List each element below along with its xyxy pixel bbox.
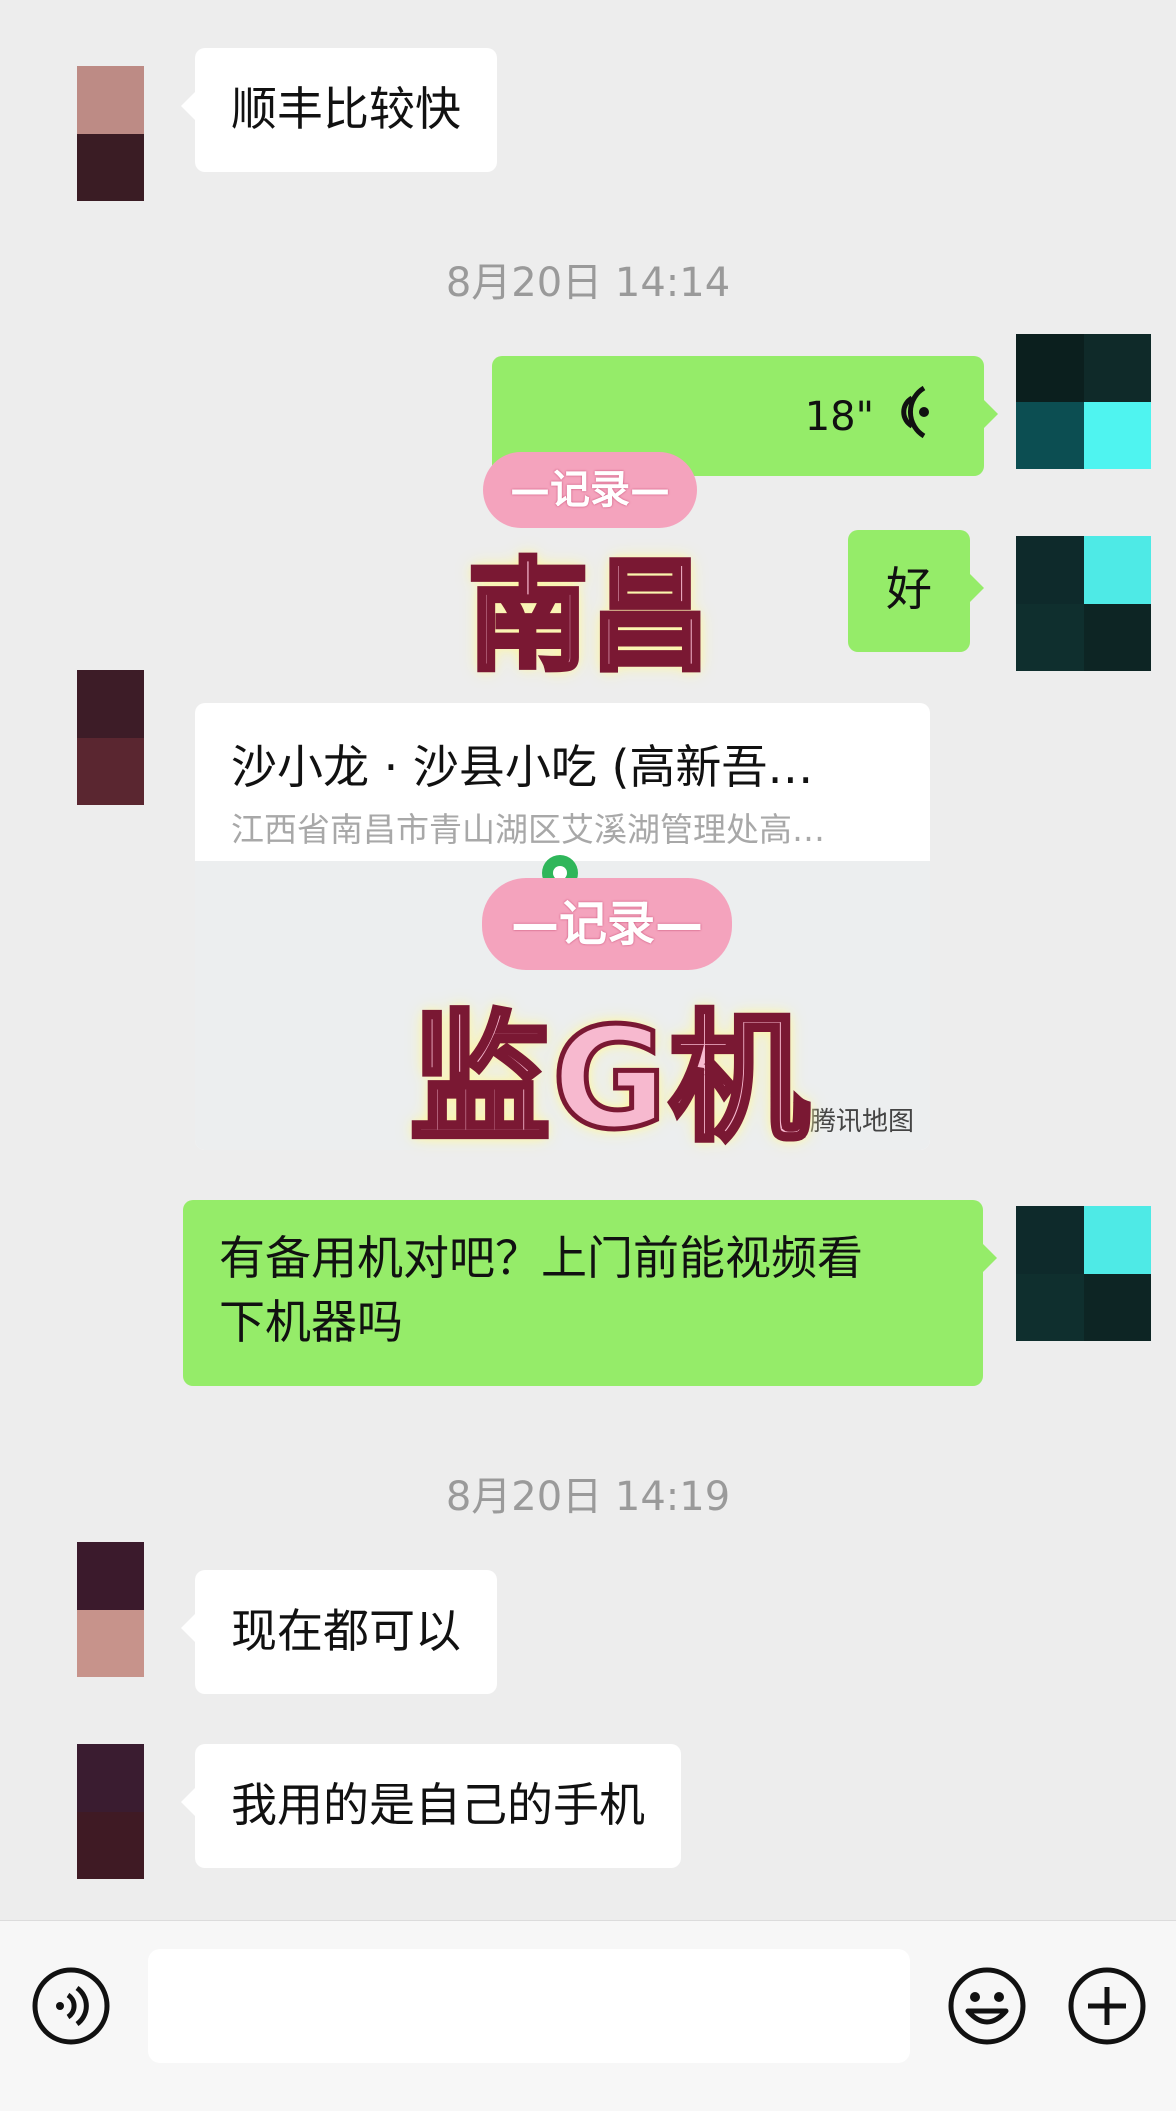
message-text: 顺丰比较快 [231, 82, 461, 136]
my-avatar[interactable] [1016, 334, 1151, 469]
message-bubble[interactable]: 顺丰比较快 [181, 48, 497, 172]
timestamp: 8月20日 14:14 [445, 260, 731, 306]
voice-duration: 18" [804, 394, 874, 440]
watermark-text: 南昌 [466, 546, 713, 690]
message-bubble[interactable]: 现在都可以 [181, 1570, 497, 1694]
watermark-tag: —记录— [483, 452, 697, 528]
location-address: 江西省南昌市青山湖区艾溪湖管理处高… [231, 810, 825, 849]
input-bar [0, 1920, 1176, 2111]
my-avatar[interactable] [1016, 1206, 1151, 1341]
message-text: 下机器吗 [219, 1295, 403, 1349]
message-bubble[interactable]: 好 [848, 530, 984, 652]
message-text: 现在都可以 [231, 1604, 461, 1658]
chat-area[interactable]: 顺丰比较快 8月20日 14:14 18" 好 沙小龙 · 沙县小吃 (高新吾…… [0, 0, 1176, 1920]
contact-avatar[interactable] [77, 1542, 144, 1677]
voice-wave-icon [894, 384, 934, 455]
plus-icon[interactable] [1066, 1965, 1148, 2047]
emoji-icon[interactable] [946, 1965, 1028, 2047]
message-text: 好 [886, 562, 932, 616]
voice-input-icon[interactable] [30, 1965, 112, 2047]
location-title: 沙小龙 · 沙县小吃 (高新吾… [231, 740, 814, 794]
contact-avatar[interactable] [77, 670, 144, 805]
message-text: 我用的是自己的手机 [231, 1778, 645, 1832]
timestamp: 8月20日 14:19 [445, 1474, 731, 1520]
watermark-tag: —记录— [482, 878, 732, 970]
map-credit: 腾讯地图 [809, 1107, 914, 1137]
contact-avatar[interactable] [77, 1744, 144, 1879]
message-text: 有备用机对吧？上门前能视频看 [219, 1231, 863, 1285]
message-bubble[interactable]: 我用的是自己的手机 [181, 1744, 681, 1868]
message-bubble[interactable]: 有备用机对吧？上门前能视频看 下机器吗 [183, 1200, 997, 1386]
watermark-text: 监G机 [408, 997, 812, 1162]
my-avatar[interactable] [1016, 536, 1151, 671]
message-input[interactable] [148, 1949, 910, 2063]
contact-avatar[interactable] [77, 66, 144, 201]
